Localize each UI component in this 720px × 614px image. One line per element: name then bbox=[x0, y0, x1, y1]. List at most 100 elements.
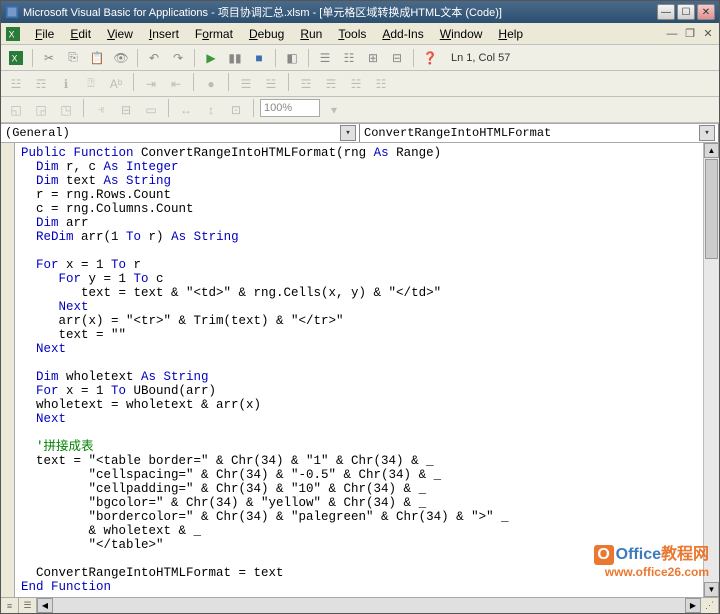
hscroll-track[interactable] bbox=[53, 598, 685, 613]
undo-icon[interactable]: ↶ bbox=[143, 47, 165, 69]
menu-file[interactable]: FFileile bbox=[27, 25, 62, 43]
complete-word-icon[interactable]: Aᵇ bbox=[105, 73, 127, 95]
scroll-right-icon[interactable]: ▶ bbox=[685, 598, 701, 613]
bring-front-icon[interactable]: ◱ bbox=[5, 99, 27, 121]
paste-icon[interactable]: 📋 bbox=[86, 47, 108, 69]
break-icon[interactable]: ▮▮ bbox=[224, 47, 246, 69]
separator bbox=[193, 73, 194, 91]
same-size-icon[interactable]: ▭ bbox=[140, 99, 162, 121]
list-properties-icon[interactable]: ☳ bbox=[5, 73, 27, 95]
cursor-position: Ln 1, Col 57 bbox=[451, 52, 510, 64]
vspacing-icon[interactable]: ↕ bbox=[200, 99, 222, 121]
hspacing-icon[interactable]: ↔ bbox=[175, 99, 197, 121]
separator bbox=[275, 49, 276, 67]
toolbox-icon[interactable]: ⊟ bbox=[386, 47, 408, 69]
horizontal-scrollbar: ≡ ☰ ◀ ▶ ⋰ bbox=[1, 597, 719, 613]
scroll-left-icon[interactable]: ◀ bbox=[37, 598, 53, 613]
scroll-down-icon[interactable]: ▼ bbox=[704, 582, 719, 597]
separator bbox=[228, 73, 229, 91]
center-form-icon[interactable]: ⊡ bbox=[225, 99, 247, 121]
center-icon[interactable]: ⊟ bbox=[115, 99, 137, 121]
menu-format[interactable]: Format bbox=[187, 25, 241, 43]
menu-help[interactable]: Help bbox=[490, 25, 531, 43]
cut-icon[interactable]: ✂ bbox=[38, 47, 60, 69]
copy-icon[interactable]: ⎘ bbox=[62, 47, 84, 69]
full-module-view-icon[interactable]: ☰ bbox=[19, 598, 37, 613]
object-combo[interactable]: (General) bbox=[1, 124, 360, 142]
comment-icon[interactable]: ☰ bbox=[235, 73, 257, 95]
titlebar[interactable]: Microsoft Visual Basic for Applications … bbox=[1, 1, 719, 23]
project-explorer-icon[interactable]: ☰ bbox=[314, 47, 336, 69]
separator bbox=[83, 99, 84, 117]
list-constants-icon[interactable]: ☶ bbox=[30, 73, 52, 95]
send-back-icon[interactable]: ◲ bbox=[30, 99, 52, 121]
next-bookmark-icon[interactable]: ☴ bbox=[320, 73, 342, 95]
design-mode-icon[interactable]: ◧ bbox=[281, 47, 303, 69]
find-icon[interactable]: 👁 bbox=[110, 47, 132, 69]
separator bbox=[32, 49, 33, 67]
bookmark-icon[interactable]: ☲ bbox=[295, 73, 317, 95]
toolbar-standard: X ✂ ⎘ 📋 👁 ↶ ↷ ▶ ▮▮ ■ ◧ ☰ ☷ ⊞ ⊟ ❓ Ln 1, C… bbox=[1, 45, 719, 71]
indent-icon[interactable]: ⇥ bbox=[140, 73, 162, 95]
menu-insert[interactable]: Insert bbox=[141, 25, 187, 43]
menu-addins[interactable]: Add-Ins bbox=[374, 25, 431, 43]
align-left-icon[interactable]: ⫣ bbox=[90, 99, 112, 121]
code-pane: Public Function ConvertRangeIntoHTMLForm… bbox=[1, 143, 719, 597]
svg-text:X: X bbox=[12, 53, 18, 63]
outdent-icon[interactable]: ⇤ bbox=[165, 73, 187, 95]
toolbar-edit: ☳ ☶ ℹ ⍰ Aᵇ ⇥ ⇤ ● ☰ ☱ ☲ ☴ ☵ ☷ bbox=[1, 71, 719, 97]
procedure-combo[interactable]: ConvertRangeIntoHTMLFormat bbox=[360, 124, 719, 142]
breakpoint-icon[interactable]: ● bbox=[200, 73, 222, 95]
doc-minimize-button[interactable]: — bbox=[665, 27, 679, 40]
separator bbox=[133, 73, 134, 91]
object-combo-value: (General) bbox=[5, 126, 70, 140]
menu-view[interactable]: View bbox=[99, 25, 141, 43]
window-title: Microsoft Visual Basic for Applications … bbox=[23, 4, 657, 20]
parameter-info-icon[interactable]: ⍰ bbox=[80, 73, 102, 95]
menu-window[interactable]: Window bbox=[432, 25, 491, 43]
code-editor[interactable]: Public Function ConvertRangeIntoHTMLForm… bbox=[15, 143, 703, 597]
svg-text:X: X bbox=[9, 29, 15, 39]
zoom-dropdown-icon[interactable]: ▾ bbox=[323, 99, 345, 121]
separator bbox=[413, 49, 414, 67]
maximize-button[interactable]: ☐ bbox=[677, 4, 695, 20]
menu-run[interactable]: Run bbox=[292, 25, 330, 43]
close-button[interactable]: ✕ bbox=[697, 4, 715, 20]
properties-icon[interactable]: ☷ bbox=[338, 47, 360, 69]
minimize-button[interactable]: — bbox=[657, 4, 675, 20]
uncomment-icon[interactable]: ☱ bbox=[260, 73, 282, 95]
help-icon[interactable]: ❓ bbox=[419, 47, 441, 69]
object-browser-icon[interactable]: ⊞ bbox=[362, 47, 384, 69]
scroll-thumb[interactable] bbox=[705, 159, 718, 259]
separator bbox=[137, 49, 138, 67]
window-controls: — ☐ ✕ bbox=[657, 4, 715, 20]
redo-icon[interactable]: ↷ bbox=[167, 47, 189, 69]
doc-close-button[interactable]: ✕ bbox=[701, 27, 715, 40]
separator bbox=[308, 49, 309, 67]
view-excel-icon[interactable]: X bbox=[5, 47, 27, 69]
scroll-up-icon[interactable]: ▲ bbox=[704, 143, 719, 158]
run-icon[interactable]: ▶ bbox=[200, 47, 222, 69]
menu-edit[interactable]: Edit bbox=[62, 25, 99, 43]
separator bbox=[253, 99, 254, 117]
doc-restore-button[interactable]: ❐ bbox=[683, 27, 697, 40]
clear-bookmarks-icon[interactable]: ☷ bbox=[370, 73, 392, 95]
reset-icon[interactable]: ■ bbox=[248, 47, 270, 69]
vertical-scrollbar[interactable]: ▲ ▼ bbox=[703, 143, 719, 597]
menu-debug[interactable]: Debug bbox=[241, 25, 292, 43]
object-procedure-row: (General) ConvertRangeIntoHTMLFormat bbox=[1, 123, 719, 143]
quick-info-icon[interactable]: ℹ bbox=[55, 73, 77, 95]
procedure-view-icon[interactable]: ≡ bbox=[1, 598, 19, 613]
sizegrip-icon[interactable]: ⋰ bbox=[701, 598, 719, 613]
procedure-combo-value: ConvertRangeIntoHTMLFormat bbox=[364, 126, 551, 140]
app-icon bbox=[5, 5, 19, 19]
prev-bookmark-icon[interactable]: ☵ bbox=[345, 73, 367, 95]
menu-tools[interactable]: Tools bbox=[330, 25, 374, 43]
group-icon[interactable]: ◳ bbox=[55, 99, 77, 121]
excel-icon[interactable]: X bbox=[5, 26, 21, 42]
margin-indicator-bar[interactable] bbox=[1, 143, 15, 597]
menubar: X FFileile Edit View Insert Format Debug… bbox=[1, 23, 719, 45]
zoom-combo[interactable]: 100% bbox=[260, 99, 320, 117]
app-window: Microsoft Visual Basic for Applications … bbox=[0, 0, 720, 614]
separator bbox=[194, 49, 195, 67]
